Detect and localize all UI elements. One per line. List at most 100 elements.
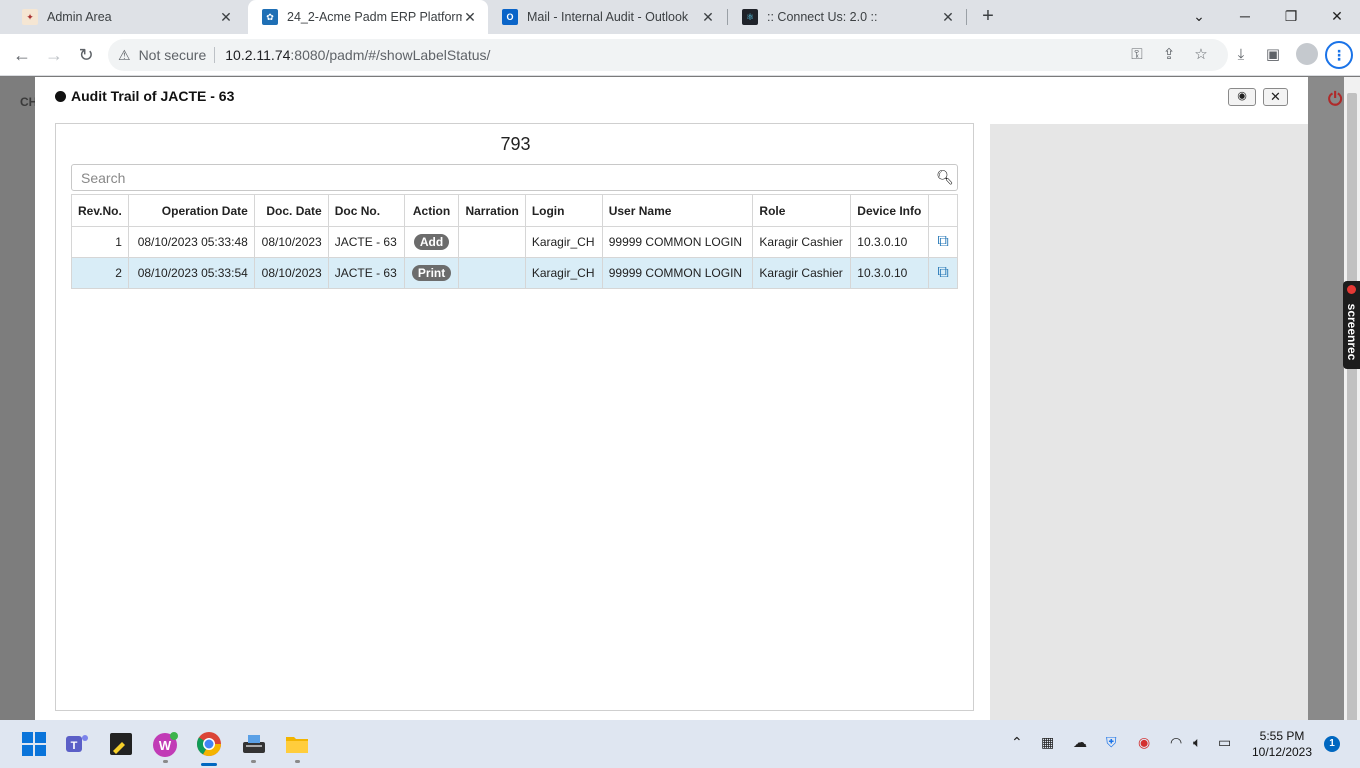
modal-side-panel xyxy=(990,124,1308,720)
power-icon[interactable]: ⏻ xyxy=(1328,89,1342,110)
browser-tab-connect-us[interactable]: ⚛ :: Connect Us: 2.0 :: ✕ xyxy=(728,0,966,34)
file-explorer-icon[interactable] xyxy=(283,730,311,758)
key-icon[interactable]: ⚿ xyxy=(1126,44,1148,66)
external-link-icon[interactable]: ⧉ xyxy=(937,233,948,250)
tab-separator xyxy=(966,9,967,25)
search-icon[interactable]: 🔍︎ xyxy=(933,169,957,186)
cell-device-info: 10.3.0.10 xyxy=(850,226,930,258)
browser-tab-outlook[interactable]: O Mail - Internal Audit - Outlook ✕ xyxy=(488,0,726,34)
cloud-offline-icon[interactable]: ☁ xyxy=(1073,734,1087,751)
taskbar-clock[interactable]: 5:55 PM 10/12/2023 xyxy=(1248,728,1316,760)
table-row[interactable]: 1 08/10/2023 05:33:48 08/10/2023 JACTE -… xyxy=(71,226,958,258)
security-label[interactable]: Not secure xyxy=(139,47,216,63)
column-header-narration[interactable]: Narration xyxy=(458,194,526,227)
svg-text:W: W xyxy=(159,738,172,753)
scrollbar-thumb[interactable] xyxy=(1347,93,1357,739)
record-tray-icon[interactable]: ◉ xyxy=(1138,734,1150,751)
chrome-icon[interactable] xyxy=(195,730,223,766)
minimize-window-icon[interactable]: ─ xyxy=(1222,0,1268,34)
record-dot-icon xyxy=(1347,285,1356,294)
url-host: 10.2.11.74 xyxy=(225,47,291,63)
column-header-login[interactable]: Login xyxy=(524,194,603,227)
share-icon[interactable]: ⇪ xyxy=(1158,44,1180,66)
column-header-doc-no[interactable]: Doc No. xyxy=(327,194,405,227)
search-input[interactable] xyxy=(81,169,933,186)
battery-icon[interactable]: ▭ xyxy=(1218,734,1231,751)
warning-triangle-icon[interactable]: ⚠ xyxy=(118,47,131,64)
cell-doc-date: 08/10/2023 xyxy=(253,257,329,289)
column-header-role[interactable]: Role xyxy=(752,194,852,227)
cell-doc-no: JACTE - 63 xyxy=(327,257,405,289)
vim-tray-icon[interactable]: ▦ xyxy=(1041,734,1054,751)
column-header-rev-no[interactable]: Rev.No. xyxy=(71,194,129,227)
close-tab-icon[interactable]: ✕ xyxy=(700,9,716,26)
screenrec-widget[interactable]: screenrec xyxy=(1343,281,1360,369)
background-right-strip xyxy=(1308,77,1344,720)
table-header-row: Rev.No. Operation Date Doc. Date Doc No.… xyxy=(71,194,958,227)
notification-badge[interactable]: 1 xyxy=(1324,736,1340,752)
browser-tab-erp[interactable]: ✿ 24_2-Acme Padm ERP Platform 7 ✕ xyxy=(248,0,488,34)
close-tab-icon[interactable]: ✕ xyxy=(940,9,956,26)
cell-operation-date: 08/10/2023 05:33:48 xyxy=(127,226,255,258)
download-icon[interactable]: ⤓ xyxy=(1230,44,1252,66)
browser-menu-icon[interactable]: ⋮ xyxy=(1325,41,1353,69)
cell-role: Karagir Cashier xyxy=(752,226,852,258)
side-panel-icon[interactable]: ▣ xyxy=(1262,44,1284,66)
audit-panel: 793 🔍︎ Rev.No. Operation Date Doc. Date … xyxy=(55,123,974,711)
cell-operation-date: 08/10/2023 05:33:54 xyxy=(127,257,255,289)
profile-avatar[interactable] xyxy=(1296,43,1318,65)
close-modal-button[interactable]: ✕ xyxy=(1263,88,1288,106)
column-header-doc-date[interactable]: Doc. Date xyxy=(253,194,329,227)
bookmark-star-icon[interactable]: ☆ xyxy=(1190,44,1212,66)
close-tab-icon[interactable]: ✕ xyxy=(218,9,234,26)
taskbar: T W xyxy=(0,720,1360,768)
cell-doc-no: JACTE - 63 xyxy=(327,226,405,258)
new-tab-button[interactable]: + xyxy=(977,6,999,28)
search-box[interactable]: 🔍︎ xyxy=(71,164,958,191)
cell-rev-no: 2 xyxy=(71,257,129,289)
clock-date: 10/12/2023 xyxy=(1251,745,1313,759)
cell-user-name: 99999 COMMON LOGIN xyxy=(601,226,754,258)
security-shield-icon[interactable]: ⛨ xyxy=(1106,734,1117,751)
close-tab-icon[interactable]: ✕ xyxy=(462,9,478,26)
column-header-operation-date[interactable]: Operation Date xyxy=(127,194,255,227)
speaker-muted-icon[interactable]: 🔈︎ xyxy=(1193,734,1201,751)
cell-narration xyxy=(458,257,526,289)
modal-title: Audit Trail of JACTE - 63 xyxy=(55,88,234,104)
show-hidden-icons-chevron-icon[interactable]: ⌃ xyxy=(1011,734,1023,751)
cell-action: Add xyxy=(403,226,460,258)
column-header-action[interactable]: Action xyxy=(403,194,460,227)
url-text[interactable]: 10.2.11.74:8080/padm/#/showLabelStatus/ xyxy=(225,47,490,63)
scanner-icon[interactable] xyxy=(240,730,268,758)
wps-icon[interactable]: W xyxy=(151,730,179,758)
running-indicator xyxy=(251,760,256,763)
address-bar[interactable]: ⚠ Not secure 10.2.11.74:8080/padm/#/show… xyxy=(108,39,1228,71)
running-indicator xyxy=(295,760,300,763)
close-icon: ✕ xyxy=(1270,89,1281,104)
cell-device-info: 10.3.0.10 xyxy=(850,257,930,289)
start-icon[interactable] xyxy=(20,730,48,758)
tab-search-chevron-icon[interactable]: ⌄ xyxy=(1176,0,1222,34)
sticky-notes-icon[interactable] xyxy=(107,730,135,758)
page-scrollbar[interactable] xyxy=(1344,77,1360,739)
close-window-icon[interactable]: ✕ xyxy=(1314,0,1360,34)
cell-link: ⧉ xyxy=(928,226,958,258)
cell-rev-no: 1 xyxy=(71,226,129,258)
reload-icon[interactable]: ↻ xyxy=(74,43,98,67)
table-row[interactable]: 2 08/10/2023 05:33:54 08/10/2023 JACTE -… xyxy=(71,257,958,289)
teams-icon[interactable]: T xyxy=(63,730,91,758)
column-header-device-info[interactable]: Device Info xyxy=(850,194,930,227)
browser-tab-admin-area[interactable]: ✦ Admin Area ✕ xyxy=(8,0,244,34)
cell-link: ⧉ xyxy=(928,257,958,289)
back-arrow-icon[interactable]: ← xyxy=(10,43,34,67)
wifi-icon[interactable]: ◠ xyxy=(1170,734,1182,751)
clock-time: 5:55 PM xyxy=(1259,729,1305,743)
toggle-visibility-button[interactable]: ◉ xyxy=(1228,88,1256,106)
cell-login: Karagir_CH xyxy=(524,226,603,258)
tab-title: 24_2-Acme Padm ERP Platform 7 xyxy=(287,10,462,24)
forward-arrow-icon[interactable]: → xyxy=(42,43,66,67)
external-link-icon[interactable]: ⧉ xyxy=(937,264,948,281)
cell-narration xyxy=(458,226,526,258)
restore-window-icon[interactable]: ❐ xyxy=(1268,0,1314,34)
column-header-user-name[interactable]: User Name xyxy=(601,194,754,227)
